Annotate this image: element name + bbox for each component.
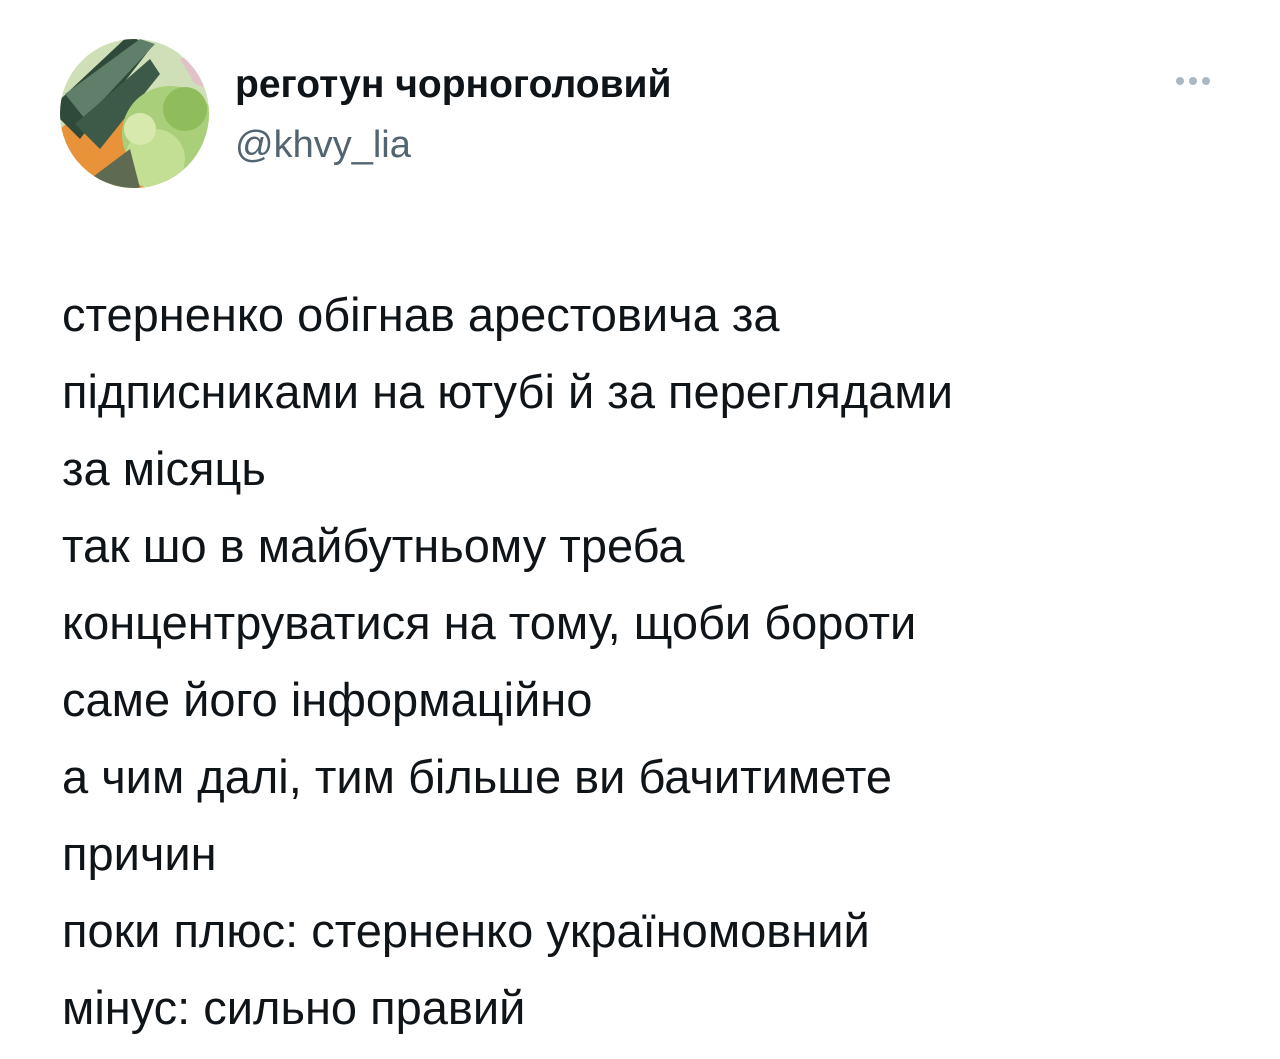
tweet-text-line: концентруватися на тому, щоби бороти <box>62 596 917 649</box>
tweet-text-line: за місяць <box>62 442 266 495</box>
tweet-text-line: так шо в майбутньому треба <box>62 519 685 572</box>
tweet-text-line: а чим далі, тим більше ви бачитимете <box>62 750 892 803</box>
tweet-text: стерненко обігнав арестовича за підписни… <box>62 276 1232 1046</box>
tweet-text-line: причин <box>62 827 217 880</box>
tweet: реготун чорноголовий @khvy_lia стерненко… <box>0 0 1280 1059</box>
tweet-text-line: стерненко обігнав арестовича за <box>62 288 780 341</box>
tweet-text-line: саме його інформаційно <box>62 673 593 726</box>
user-handle[interactable]: @khvy_lia <box>235 120 411 170</box>
avatar[interactable] <box>60 39 209 188</box>
tweet-text-line: поки плюс: стерненко україномовний <box>62 904 870 957</box>
tweet-text-line: мінус: сильно правий <box>62 981 526 1034</box>
ellipsis-icon[interactable] <box>1166 68 1220 94</box>
avatar-image <box>60 39 209 188</box>
display-name[interactable]: реготун чорноголовий <box>235 60 672 110</box>
tweet-text-line: підписниками на ютубі й за переглядами <box>62 365 954 418</box>
